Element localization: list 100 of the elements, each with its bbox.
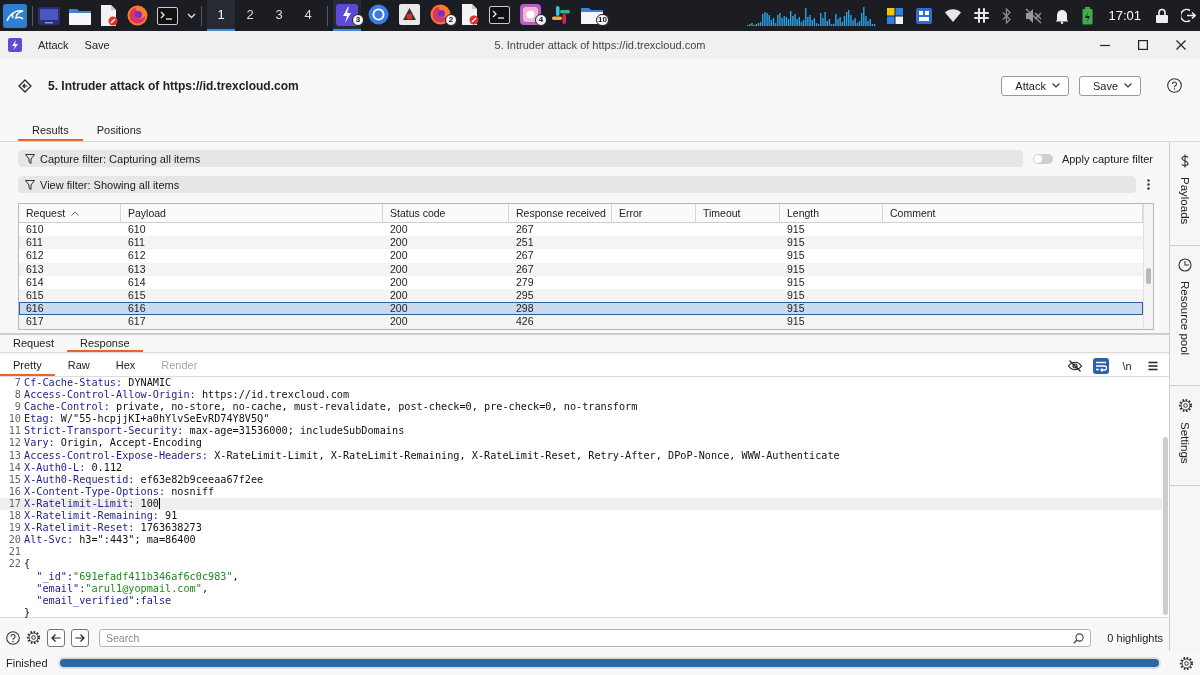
table-row[interactable]: 614 614 200 279 915 xyxy=(19,275,1143,289)
right-arrow-icon xyxy=(75,632,85,643)
table-row[interactable]: 611 611 200 251 915 xyxy=(19,236,1143,250)
table-cell-text: 915 xyxy=(786,236,806,250)
workspace-button[interactable]: 2 xyxy=(236,0,264,31)
desktop-icon[interactable] xyxy=(38,6,60,25)
column-header[interactable]: Response received xyxy=(509,204,612,223)
tiles-icon[interactable] xyxy=(887,7,904,24)
tab[interactable]: Results xyxy=(18,120,83,141)
battery-icon[interactable] xyxy=(1082,6,1094,25)
workspace-button[interactable]: 3 xyxy=(265,0,293,31)
tab[interactable]: Raw xyxy=(54,355,103,376)
task-button[interactable]: 10 xyxy=(578,0,606,31)
line-number: 15 xyxy=(7,473,21,486)
code-line: Etag: W/"55-hcpjjKI+a0hYlvSeEvRD74Y8V5Q" xyxy=(24,413,270,426)
back-button[interactable] xyxy=(47,628,65,647)
bluetooth-icon[interactable] xyxy=(1002,7,1013,24)
newline-toggle[interactable]: \n xyxy=(1119,358,1135,373)
launcher-icon[interactable] xyxy=(3,3,27,28)
workspace-button[interactable]: 4 xyxy=(294,0,322,31)
table-row[interactable]: 615 615 200 295 915 xyxy=(19,288,1143,303)
table-cell-text: 200 xyxy=(389,315,409,329)
column-header[interactable]: Length xyxy=(780,204,883,223)
settings-icon[interactable] xyxy=(26,630,41,645)
table-cell-text: 611 xyxy=(25,236,44,250)
search-field[interactable]: Search xyxy=(99,628,1092,647)
forward-button[interactable] xyxy=(71,628,89,647)
task-button[interactable]: 3 xyxy=(333,0,361,31)
logout-icon[interactable] xyxy=(1181,8,1196,23)
lock-icon[interactable] xyxy=(1156,8,1168,23)
side-panel-tab[interactable]: Settings xyxy=(1170,386,1200,486)
count-badge: 10 xyxy=(596,14,609,26)
tab[interactable]: Response xyxy=(67,335,143,352)
wifi-icon[interactable] xyxy=(945,9,962,22)
document-icon xyxy=(461,4,479,25)
side-panel-tab[interactable]: Payloads xyxy=(1170,142,1200,246)
code-line: Cache-Control: private, no-store, no-cache, must-revalidate, post-check=0, pre-check=0, no-transform xyxy=(24,401,638,414)
search-icon[interactable] xyxy=(1073,632,1085,644)
table-cell-text: 200 xyxy=(389,288,409,303)
line-number: 8 xyxy=(13,389,21,402)
column-header[interactable]: Comment xyxy=(883,204,1143,223)
muted-speaker-icon[interactable] xyxy=(1025,7,1043,24)
table-cell-text: 612 xyxy=(127,249,147,263)
document-icon[interactable] xyxy=(100,5,118,26)
table-cell-text: 267 xyxy=(515,262,535,276)
table-row[interactable]: 613 613 200 267 915 xyxy=(19,262,1143,276)
table-row[interactable]: 610 610 200 267 915 xyxy=(19,223,1143,237)
bell-icon[interactable] xyxy=(1055,7,1070,24)
caret-icon xyxy=(1124,83,1132,88)
column-header[interactable]: Timeout xyxy=(696,204,780,223)
tab[interactable]: Hex xyxy=(102,355,149,376)
window-icon[interactable] xyxy=(916,7,933,24)
caret-icon[interactable] xyxy=(187,12,196,19)
column-header[interactable]: Payload xyxy=(121,204,383,223)
more-icon[interactable] xyxy=(1147,179,1150,190)
table-cell-text: 267 xyxy=(515,223,535,237)
view-filter-bar[interactable]: View filter: Showing all items xyxy=(18,176,1136,193)
maximize-icon[interactable] xyxy=(1138,40,1148,50)
sort-caret-icon xyxy=(71,210,80,216)
line-number: 14 xyxy=(7,461,21,474)
line-number: 18 xyxy=(7,510,21,523)
menu-item[interactable]: Save xyxy=(84,39,110,51)
menu-item[interactable]: Attack xyxy=(38,39,69,51)
task-button[interactable]: 2 xyxy=(427,0,454,31)
code-line: X-Content-Type-Options: nosniff xyxy=(24,485,215,498)
column-header[interactable]: Request xyxy=(19,204,121,223)
help-icon[interactable] xyxy=(1167,78,1182,93)
column-header[interactable]: Status code xyxy=(383,204,509,223)
terminal-icon[interactable] xyxy=(157,6,178,25)
dropdown-button[interactable]: Save xyxy=(1078,75,1141,96)
globe-icon[interactable] xyxy=(127,5,148,26)
tab[interactable]: Request xyxy=(0,335,67,352)
table-row[interactable]: 612 612 200 267 915 xyxy=(19,249,1143,263)
table-cell-text: 200 xyxy=(389,262,409,276)
wrap-icon[interactable] xyxy=(1093,357,1109,374)
back-arrow-icon[interactable] xyxy=(18,78,32,93)
code-line: X-Ratelimit-Remaining: 91 xyxy=(24,510,178,523)
caret-icon xyxy=(1051,83,1060,88)
eye-slash-icon[interactable] xyxy=(1067,357,1083,374)
tab[interactable]: Positions xyxy=(82,120,156,141)
close-icon[interactable] xyxy=(1176,40,1186,50)
help-icon[interactable] xyxy=(6,630,20,645)
dropdown-button[interactable]: Attack xyxy=(1001,75,1069,96)
highlight-count: 0 highlights xyxy=(1107,631,1163,644)
scrollbar-thumb[interactable] xyxy=(1163,437,1168,615)
task-button[interactable]: 4 xyxy=(517,0,544,31)
side-panel-tab[interactable]: Resource pool xyxy=(1170,246,1200,386)
scrollbar-thumb[interactable] xyxy=(1146,268,1151,284)
table-row[interactable]: 617 617 200 426 915 xyxy=(19,315,1143,329)
workspace-button[interactable]: 1 xyxy=(207,0,235,31)
capture-filter-bar[interactable]: Capture filter: Capturing all items xyxy=(18,150,1023,167)
line-number: 21 xyxy=(7,546,21,559)
settings-icon[interactable] xyxy=(1179,655,1194,671)
column-header[interactable]: Error xyxy=(612,204,696,223)
code-line: Strict-Transport-Security: max-age=31536000; includeSubDomains xyxy=(24,425,405,438)
toggle-switch[interactable] xyxy=(1032,153,1053,164)
hash-icon[interactable] xyxy=(974,8,990,23)
table-row[interactable]: 616 616 200 298 915 xyxy=(19,302,1143,316)
toggle-label: Apply capture filter xyxy=(1061,152,1153,165)
folder-icon[interactable] xyxy=(69,6,91,25)
